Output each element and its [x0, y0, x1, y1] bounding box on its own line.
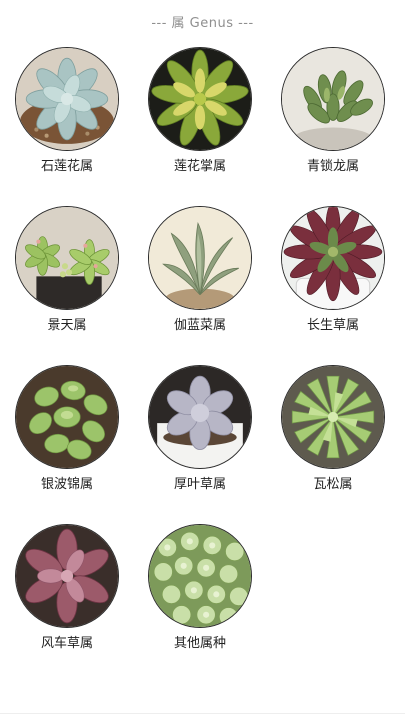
genus-item-other[interactable]: 其他属种: [135, 524, 265, 652]
genus-label: 景天属: [47, 318, 87, 333]
orostachys-image[interactable]: [281, 365, 385, 469]
kalanchoe-image[interactable]: [148, 206, 252, 310]
sedum-image[interactable]: [15, 206, 119, 310]
genus-item-cotyledon[interactable]: 银波锦属: [2, 365, 132, 493]
genus-item-sempervivum[interactable]: 长生草属: [268, 206, 398, 334]
aeonium-image[interactable]: [148, 47, 252, 151]
genus-label: 莲花掌属: [173, 159, 226, 174]
genus-label: 银波锦属: [40, 477, 93, 492]
genus-item-graptopetalum[interactable]: 风车草属: [2, 524, 132, 652]
section-header: --- 属 Genus ---: [0, 12, 405, 31]
genus-item-pachyphytum[interactable]: 厚叶草属: [135, 365, 265, 493]
genus-label: 青锁龙属: [306, 159, 359, 174]
genus-item-crassula[interactable]: 青锁龙属: [268, 47, 398, 175]
echeveria-image[interactable]: [15, 47, 119, 151]
graptopetalum-image[interactable]: [15, 524, 119, 628]
cotyledon-image[interactable]: [15, 365, 119, 469]
genus-item-aeonium[interactable]: 莲花掌属: [135, 47, 265, 175]
genus-item-kalanchoe[interactable]: 伽蓝菜属: [135, 206, 265, 334]
genus-label: 厚叶草属: [173, 477, 226, 492]
genus-item-echeveria[interactable]: 石莲花属: [2, 47, 132, 175]
genus-grid: 石莲花属 莲花掌属 青锁龙属 景天属 伽蓝菜属 长生草属 银波锦属 厚叶草属 瓦…: [0, 47, 405, 683]
genus-row: 风车草属 其他属种: [0, 524, 405, 683]
genus-row: 景天属 伽蓝菜属 长生草属: [0, 206, 405, 365]
bottom-divider: [0, 713, 405, 714]
sempervivum-image[interactable]: [281, 206, 385, 310]
pachyphytum-image[interactable]: [148, 365, 252, 469]
genus-item-orostachys[interactable]: 瓦松属: [268, 365, 398, 493]
genus-row: 银波锦属 厚叶草属 瓦松属: [0, 365, 405, 524]
other-genera-image[interactable]: [148, 524, 252, 628]
genus-label: 风车草属: [40, 636, 93, 651]
genus-title: --- 属 Genus ---: [151, 16, 254, 31]
genus-label: 伽蓝菜属: [173, 318, 226, 333]
genus-item-sedum[interactable]: 景天属: [2, 206, 132, 334]
genus-row: 石莲花属 莲花掌属 青锁龙属: [0, 47, 405, 206]
genus-label: 长生草属: [306, 318, 359, 333]
genus-label: 石莲花属: [40, 159, 93, 174]
genus-label: 其他属种: [173, 636, 226, 651]
genus-label: 瓦松属: [313, 477, 353, 492]
crassula-image[interactable]: [281, 47, 385, 151]
